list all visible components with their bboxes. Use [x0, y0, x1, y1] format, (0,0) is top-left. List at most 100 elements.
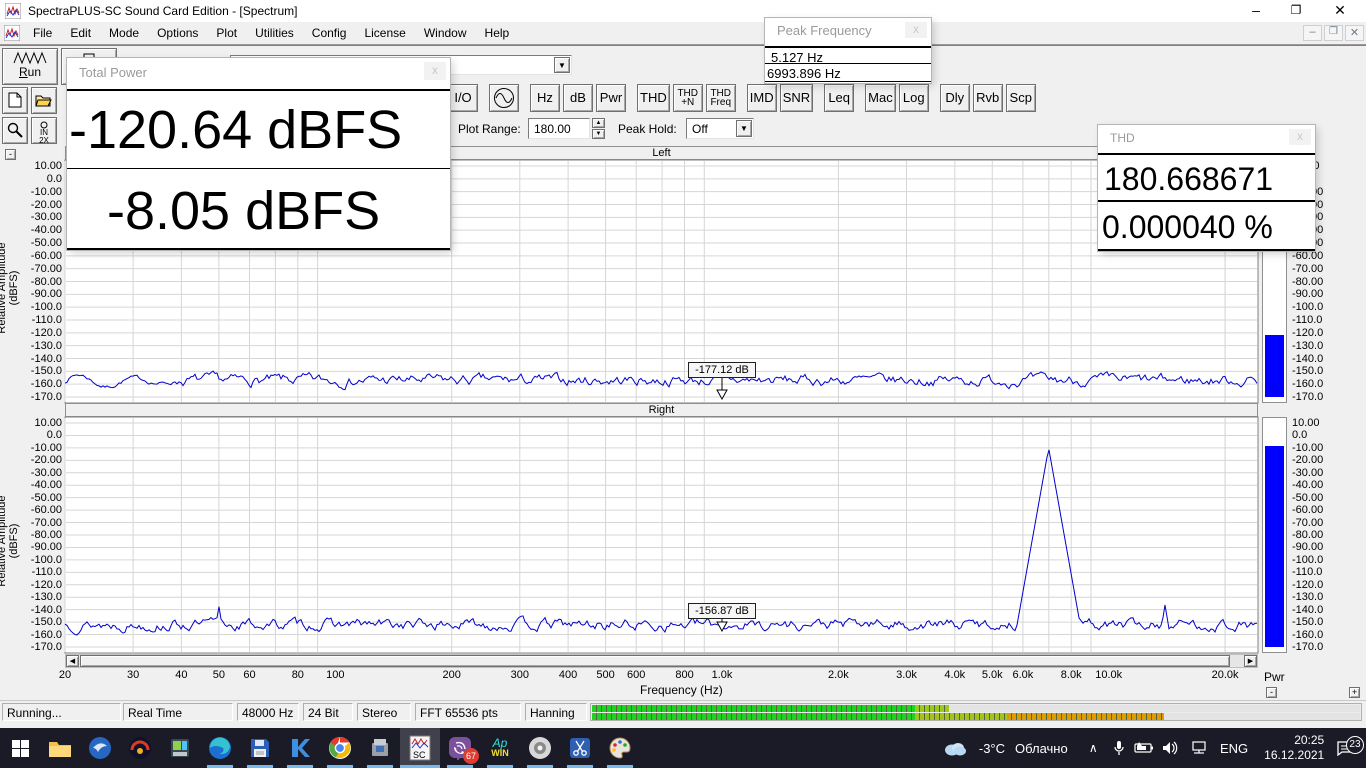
zoom-button[interactable] [2, 117, 28, 144]
h-scrollbar[interactable]: ◀ ▶ [65, 654, 1258, 668]
archiver-icon[interactable] [360, 728, 400, 768]
save-tool-icon[interactable] [240, 728, 280, 768]
thunderbird-icon[interactable] [80, 728, 120, 768]
x-axis-label: Frequency (Hz) [640, 683, 723, 697]
y-tick-label-right: -40.00 [1292, 479, 1344, 491]
battery-icon[interactable] [1131, 742, 1158, 754]
viber-icon[interactable]: 67 [440, 728, 480, 768]
paint-icon[interactable] [600, 728, 640, 768]
toolbar-hz-button[interactable]: Hz [530, 84, 560, 112]
toolbar-signal-generator-button[interactable] [489, 84, 519, 112]
clock[interactable]: 20:2516.12.2021 [1264, 733, 1324, 763]
network-icon[interactable] [1185, 741, 1214, 755]
weather-cloud-icon[interactable] [940, 740, 971, 756]
run-button[interactable]: Run [2, 48, 58, 85]
plot-range-input[interactable]: 180.00 [528, 118, 590, 139]
close-icon[interactable]: x [1289, 129, 1311, 145]
tray-temperature[interactable]: -3°C [979, 741, 1005, 756]
y-tick-label: -100.0 [0, 301, 62, 313]
toolbar-snr-button[interactable]: SNR [780, 84, 813, 112]
y-tick-label: -170.0 [0, 641, 62, 653]
toolbar-log-button[interactable]: Log [899, 84, 929, 112]
chevron-down-icon[interactable]: ▼ [554, 57, 570, 73]
spectraplus-icon[interactable]: SC [400, 728, 440, 768]
thd-title: THD [1098, 125, 1315, 145]
app-icon [5, 3, 21, 19]
child-close-button[interactable]: ✕ [1345, 25, 1364, 41]
start-button[interactable] [0, 728, 40, 768]
level-meter-segment [915, 713, 1007, 720]
kate-icon[interactable] [280, 728, 320, 768]
x-tick-label: 600 [618, 669, 654, 681]
x-tick-label: 300 [502, 669, 538, 681]
menu-options[interactable]: Options [148, 23, 207, 43]
menu-license[interactable]: License [355, 23, 414, 43]
menu-config[interactable]: Config [303, 23, 356, 43]
y-tick-label: -50.00 [0, 492, 62, 504]
tray-condition[interactable]: Облачно [1015, 741, 1068, 756]
toolbar-dly-button[interactable]: Dly [940, 84, 970, 112]
toolbar-scp-button[interactable]: Scp [1006, 84, 1036, 112]
pwr-expand-button[interactable]: + [1349, 687, 1360, 698]
menu-utilities[interactable]: Utilities [246, 23, 303, 43]
toolbar-thd-freq-button[interactable]: THD Freq [706, 84, 736, 112]
toolbar-mac-button[interactable]: Mac [865, 84, 896, 112]
volume-icon[interactable] [1158, 741, 1185, 755]
restore-button[interactable]: ❐ [1280, 3, 1312, 17]
edge-icon[interactable] [200, 728, 240, 768]
toolbar-thd-button[interactable]: THD [637, 84, 670, 112]
peak-hold-dropdown[interactable]: Off ▼ [686, 118, 754, 139]
toolbar-rvb-button[interactable]: Rvb [973, 84, 1003, 112]
toolbar-thd--n-button[interactable]: THD +N [673, 84, 703, 112]
aimp-icon[interactable] [120, 728, 160, 768]
menu-window[interactable]: Window [415, 23, 476, 43]
speaker-app-icon[interactable] [520, 728, 560, 768]
peak-frequency-window[interactable]: Peak Frequency x 5.127 Hz 6993.896 Hz [765, 18, 931, 83]
language-indicator[interactable]: ENG [1220, 741, 1248, 756]
thd-window[interactable]: THD x 180.668671 0.000040 % [1098, 125, 1315, 251]
pwr-collapse-button[interactable]: - [1266, 687, 1277, 698]
apwin-icon[interactable]: ApWIN [480, 728, 520, 768]
scroll-left-arrow[interactable]: ◀ [66, 655, 79, 667]
close-icon[interactable]: x [424, 62, 446, 80]
channel-header-right: Right [65, 403, 1258, 417]
toolbar-i-o-button[interactable]: I/O [448, 84, 478, 112]
new-file-button[interactable] [2, 87, 28, 114]
channel-title: Left [652, 147, 670, 159]
scroll-thumb[interactable] [80, 655, 1230, 667]
x-tick-label: 20.0k [1207, 669, 1243, 681]
x-tick-label: 400 [550, 669, 586, 681]
axis-collapse-button[interactable]: - [5, 149, 16, 160]
menu-help[interactable]: Help [476, 23, 519, 43]
notification-center-icon[interactable]: 23 [1324, 740, 1366, 756]
toolbar-leq-button[interactable]: Leq [824, 84, 854, 112]
scroll-right-arrow[interactable]: ▶ [1244, 655, 1257, 667]
minimize-button[interactable]: – [1240, 2, 1272, 18]
menu-mode[interactable]: Mode [100, 23, 148, 43]
snip-icon[interactable] [560, 728, 600, 768]
toolbar-db-button[interactable]: dB [563, 84, 593, 112]
menu-edit[interactable]: Edit [61, 23, 100, 43]
chevron-down-icon[interactable]: ▼ [736, 120, 752, 137]
toolbar-pwr-button[interactable]: Pwr [596, 84, 626, 112]
card-reader-icon[interactable] [160, 728, 200, 768]
toolbar-imd-button[interactable]: IMD [747, 84, 777, 112]
close-button[interactable]: ✕ [1324, 2, 1356, 19]
child-minimize-button[interactable]: – [1303, 25, 1322, 41]
y-tick-label-right: -110.0 [1292, 566, 1344, 578]
chrome-icon[interactable] [320, 728, 360, 768]
open-file-button[interactable] [31, 87, 57, 114]
input-2x-button[interactable]: IN2X [31, 117, 57, 144]
menu-file[interactable]: File [24, 23, 61, 43]
y-tick-label-right: -60.00 [1292, 250, 1344, 262]
file-explorer-icon[interactable] [40, 728, 80, 768]
plot-range-spin-up[interactable]: ▲ [592, 118, 605, 128]
total-power-window[interactable]: Total Power x -120.64 dBFS -8.05 dBFS [67, 58, 450, 250]
plot-range-spin-down[interactable]: ▼ [592, 129, 605, 139]
y-tick-label-right: 0.0 [1292, 429, 1344, 441]
tray-chevron-up-icon[interactable]: ∧ [1080, 741, 1107, 755]
close-icon[interactable]: x [905, 22, 927, 38]
menu-plot[interactable]: Plot [207, 23, 246, 43]
child-restore-button[interactable]: ❐ [1324, 25, 1343, 41]
microphone-icon[interactable] [1107, 740, 1131, 756]
